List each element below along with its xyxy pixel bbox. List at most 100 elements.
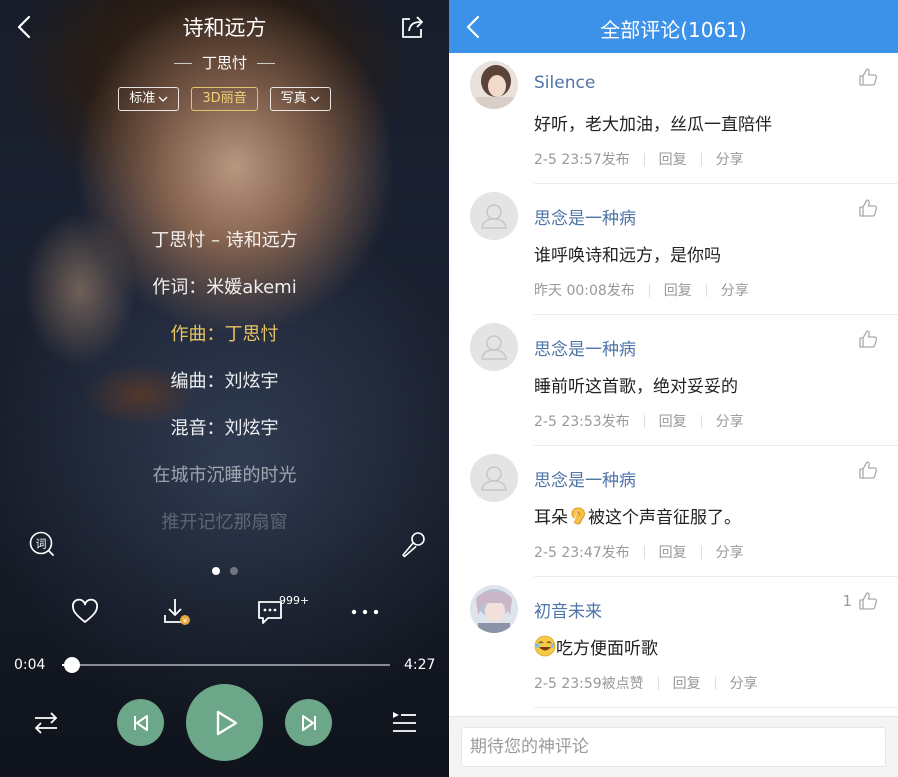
comment-username[interactable]: 初音未来 xyxy=(534,597,602,622)
comment-count-badge: 999+ xyxy=(279,594,310,607)
thumbs-up-icon xyxy=(859,330,878,348)
comment-username[interactable]: Silence xyxy=(534,73,595,93)
user-photo-icon xyxy=(470,585,518,633)
avatar[interactable] xyxy=(470,585,518,633)
default-avatar-icon xyxy=(470,454,518,502)
like-button[interactable] xyxy=(852,460,878,480)
microphone-icon[interactable] xyxy=(398,530,428,560)
share-button[interactable]: 分享 xyxy=(716,411,744,431)
play-button[interactable] xyxy=(186,684,263,761)
page-dot xyxy=(229,567,238,575)
divider xyxy=(643,414,645,428)
avatar[interactable] xyxy=(470,61,518,109)
share-button[interactable]: 分享 xyxy=(716,542,744,562)
divider xyxy=(700,414,702,428)
reply-button[interactable]: 回复 xyxy=(659,411,687,431)
comment-text: 好听，老大加油，丝瓜一直陪伴 xyxy=(534,115,772,135)
share-button[interactable]: 分享 xyxy=(730,673,758,693)
page-indicator xyxy=(0,567,449,575)
comment-input[interactable] xyxy=(461,727,886,767)
page-title: 全部评论(1061) xyxy=(600,18,747,42)
photo-mode-chip[interactable]: 写真 xyxy=(269,87,331,111)
divider xyxy=(648,283,650,297)
download-icon[interactable]: ¥ xyxy=(160,595,194,629)
comment-username[interactable]: 思念是一种病 xyxy=(534,204,636,229)
chevron-down-icon xyxy=(158,96,168,102)
like-button[interactable]: 1 xyxy=(842,591,878,611)
divider xyxy=(643,152,645,166)
comment-item: Silence 好听，老大加油，丝瓜一直陪伴 2-5 23:57发布 回复 分享 xyxy=(449,53,898,184)
comment-text: 谁呼唤诗和远方，是你吗 xyxy=(534,246,721,266)
next-button[interactable] xyxy=(285,699,332,746)
comment-item: 初音未来 1 吃方便面听歌 2-5 23:59被点赞 回复 分享 xyxy=(449,577,898,708)
progress-thumb[interactable] xyxy=(64,657,80,673)
comment-item: 思念是一种病 耳朵 被这个声音征服了。 2-5 23:47发布 回复 分享 xyxy=(449,446,898,577)
chip-label: 写真 xyxy=(280,91,307,106)
quality-standard-chip[interactable]: 标准 xyxy=(118,87,180,111)
divider-line xyxy=(173,63,192,64)
like-button[interactable] xyxy=(852,67,878,87)
previous-button[interactable] xyxy=(117,699,164,746)
current-time: 0:04 xyxy=(14,657,46,673)
reply-button[interactable]: 回复 xyxy=(659,149,687,169)
chip-label: 标准 xyxy=(129,91,156,106)
avatar[interactable] xyxy=(470,192,518,240)
share-button[interactable]: 分享 xyxy=(716,149,744,169)
lyric-line: 在城市沉睡的时光 xyxy=(152,465,297,486)
comments-panel: 全部评论(1061) Silence 好听，老大加油，丝瓜一直陪伴 2-5 23… xyxy=(449,0,898,777)
action-row: ¥ xyxy=(0,595,449,629)
avatar[interactable] xyxy=(470,454,518,502)
comment-meta: 2-5 23:47发布 回复 分享 xyxy=(534,542,744,562)
comment-text-before: 耳朵 xyxy=(534,508,568,528)
comment-meta: 2-5 23:57发布 回复 分享 xyxy=(534,149,744,169)
divider xyxy=(643,545,645,559)
quality-chip-row: 标准 3D丽音 写真 xyxy=(0,87,449,111)
avatar[interactable] xyxy=(470,323,518,371)
quality-3d-chip[interactable]: 3D丽音 xyxy=(191,87,258,111)
total-time: 4:27 xyxy=(404,657,436,673)
divider xyxy=(700,545,702,559)
heart-icon[interactable] xyxy=(68,595,102,629)
lyric-line: 编曲：刘炫宇 xyxy=(170,371,279,392)
lyric-icon[interactable]: 词 xyxy=(28,530,56,558)
more-icon[interactable] xyxy=(348,595,382,629)
comment-username[interactable]: 思念是一种病 xyxy=(534,335,636,360)
svg-text:词: 词 xyxy=(36,538,47,551)
comments-header: 全部评论(1061) xyxy=(449,0,898,53)
thumbs-up-icon xyxy=(859,199,878,217)
default-avatar-icon xyxy=(470,192,518,240)
music-player-panel: 诗和远方 丁思忖 标准 3D丽音 写真 丁思忖 – 诗和远方 作词：米媛akem… xyxy=(0,0,449,777)
user-photo-icon xyxy=(470,61,518,109)
chip-label: 3D丽音 xyxy=(202,91,247,106)
progress-track[interactable] xyxy=(62,664,390,666)
ear-emoji-icon xyxy=(571,507,586,525)
comment-time: 昨天 00:08发布 xyxy=(534,283,635,299)
like-count: 1 xyxy=(842,592,852,610)
comment-meta: 昨天 00:08发布 回复 分享 xyxy=(534,280,749,300)
comment-time: 2-5 23:53发布 xyxy=(534,414,630,430)
divider xyxy=(714,676,716,690)
comment-item: 思念是一种病 谁呼唤诗和远方，是你吗 昨天 00:08发布 回复 分享 xyxy=(449,184,898,315)
svg-text:¥: ¥ xyxy=(183,617,188,625)
comment-username[interactable]: 思念是一种病 xyxy=(534,466,636,491)
divider xyxy=(705,283,707,297)
like-button[interactable] xyxy=(852,329,878,349)
playlist-icon[interactable] xyxy=(390,709,418,737)
lyrics-panel[interactable]: 丁思忖 – 诗和远方 作词：米媛akemi 作曲：丁思忖 编曲：刘炫宇 混音：刘… xyxy=(0,228,449,557)
lyric-line: 推开记忆那扇窗 xyxy=(161,512,288,533)
comment-item: 思念是一种病 睡前听这首歌，绝对妥妥的 2-5 23:53发布 回复 分享 xyxy=(449,315,898,446)
page-dot-active xyxy=(211,567,220,575)
shuffle-icon[interactable] xyxy=(32,709,60,737)
share-icon[interactable] xyxy=(399,14,425,40)
comment-time: 2-5 23:47发布 xyxy=(534,545,630,561)
thumbs-up-icon xyxy=(859,461,878,479)
reply-button[interactable]: 回复 xyxy=(664,280,692,300)
comment-time: 2-5 23:57发布 xyxy=(534,152,630,168)
reply-button[interactable]: 回复 xyxy=(659,542,687,562)
next-icon xyxy=(301,714,316,731)
artist-name[interactable]: 丁思忖 xyxy=(202,54,247,72)
reply-button[interactable]: 回复 xyxy=(673,673,701,693)
row-divider xyxy=(534,707,898,708)
share-button[interactable]: 分享 xyxy=(721,280,749,300)
like-button[interactable] xyxy=(852,198,878,218)
